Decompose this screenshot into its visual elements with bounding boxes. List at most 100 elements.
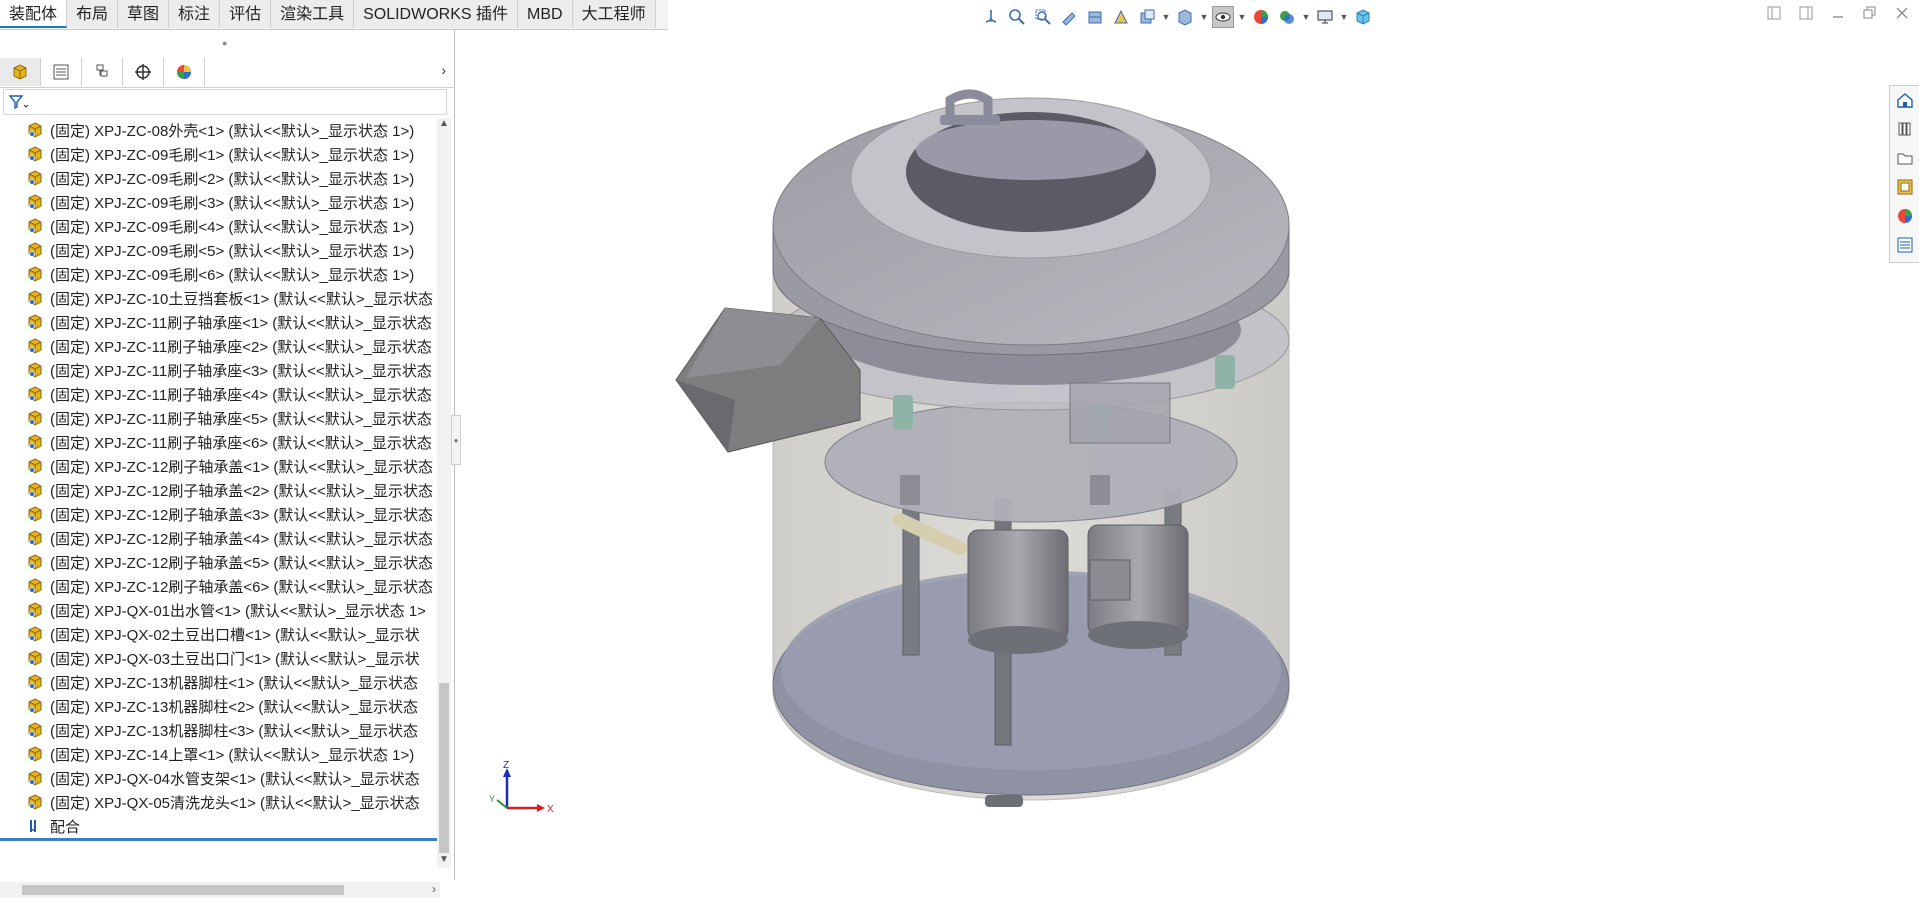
dynamic-annotation-view-icon[interactable] bbox=[1110, 6, 1132, 28]
component-label: (固定) XPJ-ZC-09毛刷<5> (默认<<默认>_显示状态 1>) bbox=[50, 242, 415, 260]
vertical-scroll-thumb[interactable] bbox=[439, 683, 449, 853]
tab-8[interactable]: 大工程师 bbox=[572, 0, 656, 28]
tree-component-row[interactable]: (固定) XPJ-ZC-14上罩<1> (默认<<默认>_显示状态 1>) bbox=[0, 742, 437, 766]
dimxpertmanager-tab[interactable] bbox=[123, 58, 164, 86]
propertymanager-tab[interactable] bbox=[41, 58, 82, 86]
tab-6[interactable]: SOLIDWORKS 插件 bbox=[354, 0, 519, 28]
view-selector-dropdown-icon[interactable]: ▼ bbox=[1162, 6, 1171, 28]
tree-component-row[interactable]: (固定) XPJ-ZC-13机器脚柱<1> (默认<<默认>_显示状态 bbox=[0, 670, 437, 694]
tree-component-row[interactable]: (固定) XPJ-ZC-09毛刷<5> (默认<<默认>_显示状态 1>) bbox=[0, 238, 437, 262]
task-pane bbox=[1889, 85, 1919, 263]
zoom-to-fit-icon[interactable] bbox=[1006, 6, 1028, 28]
manager-tabs-more-icon[interactable]: › bbox=[441, 62, 446, 78]
3d-view-cube-icon[interactable] bbox=[1352, 6, 1374, 28]
featuremanager-tab[interactable] bbox=[0, 58, 41, 86]
horizontal-scroll-thumb[interactable] bbox=[22, 885, 344, 895]
tree-component-row[interactable]: (固定) XPJ-ZC-09毛刷<4> (默认<<默认>_显示状态 1>) bbox=[0, 214, 437, 238]
triad-x-label: X bbox=[547, 804, 554, 815]
tree-component-row[interactable]: (固定) XPJ-QX-04水管支架<1> (默认<<默认>_显示状态 bbox=[0, 766, 437, 790]
scroll-up-icon[interactable]: ▲ bbox=[437, 118, 451, 132]
tab-2[interactable]: 草图 bbox=[118, 0, 170, 28]
tab-4[interactable]: 评估 bbox=[220, 0, 272, 28]
tree-component-row[interactable]: (固定) XPJ-ZC-12刷子轴承盖<1> (默认<<默认>_显示状态 bbox=[0, 454, 437, 478]
solidworks-resources-tab[interactable] bbox=[1893, 88, 1917, 112]
tree-component-row[interactable]: (固定) XPJ-ZC-09毛刷<1> (默认<<默认>_显示状态 1>) bbox=[0, 142, 437, 166]
tree-component-row[interactable]: (固定) XPJ-ZC-12刷子轴承盖<4> (默认<<默认>_显示状态 bbox=[0, 526, 437, 550]
tree-component-row[interactable]: (固定) XPJ-ZC-12刷子轴承盖<2> (默认<<默认>_显示状态 bbox=[0, 478, 437, 502]
scroll-right-icon[interactable]: › bbox=[432, 882, 436, 896]
view-selector-icon[interactable] bbox=[1136, 6, 1158, 28]
hide-show-items-icon[interactable] bbox=[1212, 6, 1234, 28]
tree-component-row[interactable]: (固定) XPJ-ZC-13机器脚柱<2> (默认<<默认>_显示状态 bbox=[0, 694, 437, 718]
view-palette-tab[interactable] bbox=[1893, 175, 1917, 199]
view-settings-icon[interactable] bbox=[1314, 6, 1336, 28]
displaymanager-tab[interactable] bbox=[164, 58, 205, 86]
tree-component-row[interactable]: (固定) XPJ-ZC-11刷子轴承座<4> (默认<<默认>_显示状态 bbox=[0, 382, 437, 406]
tree-component-row[interactable]: (固定) XPJ-ZC-09毛刷<6> (默认<<默认>_显示状态 1>) bbox=[0, 262, 437, 286]
dock-left-icon[interactable] bbox=[1765, 4, 1783, 22]
tab-0[interactable]: 装配体 bbox=[0, 0, 68, 28]
tree-vertical-scrollbar[interactable]: ▲ ▼ bbox=[437, 118, 451, 868]
dock-right-icon[interactable] bbox=[1797, 4, 1815, 22]
fixed-part-icon bbox=[26, 265, 44, 283]
tab-7[interactable]: MBD bbox=[518, 0, 573, 28]
section-view-icon[interactable] bbox=[1084, 6, 1106, 28]
tree-component-row[interactable]: (固定) XPJ-ZC-11刷子轴承座<2> (默认<<默认>_显示状态 bbox=[0, 334, 437, 358]
tab-5[interactable]: 渲染工具 bbox=[271, 0, 355, 28]
potato-washer-model[interactable] bbox=[675, 89, 1290, 807]
component-label: (固定) XPJ-QX-05清洗龙头<1> (默认<<默认>_显示状态 bbox=[50, 794, 420, 812]
fixed-part-icon bbox=[26, 409, 44, 427]
previous-view-icon[interactable] bbox=[1058, 6, 1080, 28]
zoom-to-area-icon[interactable] bbox=[1032, 6, 1054, 28]
tree-component-row[interactable]: (固定) XPJ-ZC-12刷子轴承盖<3> (默认<<默认>_显示状态 bbox=[0, 502, 437, 526]
display-style-dropdown-icon[interactable]: ▼ bbox=[1200, 6, 1209, 28]
home-icon bbox=[1896, 93, 1913, 108]
custom-properties-tab[interactable] bbox=[1893, 233, 1917, 257]
component-label: (固定) XPJ-ZC-09毛刷<6> (默认<<默认>_显示状态 1>) bbox=[50, 266, 415, 284]
component-label: (固定) XPJ-ZC-08外壳<1> (默认<<默认>_显示状态 1>) bbox=[50, 122, 415, 140]
close-icon[interactable] bbox=[1893, 4, 1911, 22]
apply-scene-icon[interactable] bbox=[1276, 6, 1298, 28]
restore-icon[interactable] bbox=[1861, 4, 1879, 22]
propertymanager-icon bbox=[53, 64, 69, 80]
fixed-part-icon bbox=[26, 529, 44, 547]
collapse-handle-icon[interactable]: ● bbox=[222, 38, 227, 48]
display-style-icon[interactable] bbox=[1174, 6, 1196, 28]
appearances-tab[interactable] bbox=[1893, 204, 1917, 228]
tree-mates-row[interactable]: 配合 bbox=[0, 814, 437, 838]
graphics-area[interactable] bbox=[456, 30, 1880, 880]
tree-component-row[interactable]: (固定) XPJ-ZC-09毛刷<2> (默认<<默认>_显示状态 1>) bbox=[0, 166, 437, 190]
design-library-tab[interactable] bbox=[1893, 117, 1917, 141]
view-settings-dropdown-icon[interactable]: ▼ bbox=[1340, 6, 1349, 28]
tree-component-row[interactable]: (固定) XPJ-ZC-09毛刷<3> (默认<<默认>_显示状态 1>) bbox=[0, 190, 437, 214]
view-orientation-triad-icon[interactable] bbox=[980, 6, 1002, 28]
apply-scene-dropdown-icon[interactable]: ▼ bbox=[1302, 6, 1311, 28]
appearances-icon bbox=[1897, 209, 1912, 223]
tree-component-row[interactable]: (固定) XPJ-ZC-11刷子轴承座<6> (默认<<默认>_显示状态 bbox=[0, 430, 437, 454]
configurationmanager-tab[interactable] bbox=[82, 58, 123, 86]
tree-component-row[interactable]: (固定) XPJ-ZC-12刷子轴承盖<5> (默认<<默认>_显示状态 bbox=[0, 550, 437, 574]
tree-component-row[interactable]: (固定) XPJ-ZC-11刷子轴承座<1> (默认<<默认>_显示状态 bbox=[0, 310, 437, 334]
edit-appearance-icon[interactable] bbox=[1250, 6, 1272, 28]
tree-component-row[interactable]: (固定) XPJ-QX-02土豆出口槽<1> (默认<<默认>_显示状 bbox=[0, 622, 437, 646]
file-explorer-tab[interactable] bbox=[1893, 146, 1917, 170]
tree-component-row[interactable]: (固定) XPJ-ZC-10土豆挡套板<1> (默认<<默认>_显示状态 bbox=[0, 286, 437, 310]
panel-split-bar[interactable] bbox=[0, 838, 437, 841]
tree-component-row[interactable]: (固定) XPJ-QX-05清洗龙头<1> (默认<<默认>_显示状态 bbox=[0, 790, 437, 814]
tree-component-row[interactable]: (固定) XPJ-ZC-13机器脚柱<3> (默认<<默认>_显示状态 bbox=[0, 718, 437, 742]
tree-component-row[interactable]: (固定) XPJ-QX-01出水管<1> (默认<<默认>_显示状态 1> bbox=[0, 598, 437, 622]
hide-show-dropdown-icon[interactable]: ▼ bbox=[1238, 6, 1247, 28]
minimize-icon[interactable] bbox=[1829, 4, 1847, 22]
scroll-down-icon[interactable]: ▼ bbox=[437, 854, 451, 868]
tab-1[interactable]: 布局 bbox=[67, 0, 119, 28]
tree-component-row[interactable]: (固定) XPJ-ZC-12刷子轴承盖<6> (默认<<默认>_显示状态 bbox=[0, 574, 437, 598]
tree-component-row[interactable]: (固定) XPJ-ZC-08外壳<1> (默认<<默认>_显示状态 1>) bbox=[0, 118, 437, 142]
tab-3[interactable]: 标注 bbox=[169, 0, 221, 28]
tree-component-row[interactable]: (固定) XPJ-QX-03土豆出口门<1> (默认<<默认>_显示状 bbox=[0, 646, 437, 670]
component-label: (固定) XPJ-ZC-09毛刷<1> (默认<<默认>_显示状态 1>) bbox=[50, 146, 415, 164]
custom-properties-icon bbox=[1897, 237, 1912, 253]
tree-filter-bar[interactable] bbox=[3, 89, 447, 115]
tree-component-row[interactable]: (固定) XPJ-ZC-11刷子轴承座<3> (默认<<默认>_显示状态 bbox=[0, 358, 437, 382]
tree-horizontal-scrollbar[interactable]: › bbox=[0, 882, 440, 898]
tree-component-row[interactable]: (固定) XPJ-ZC-11刷子轴承座<5> (默认<<默认>_显示状态 bbox=[0, 406, 437, 430]
